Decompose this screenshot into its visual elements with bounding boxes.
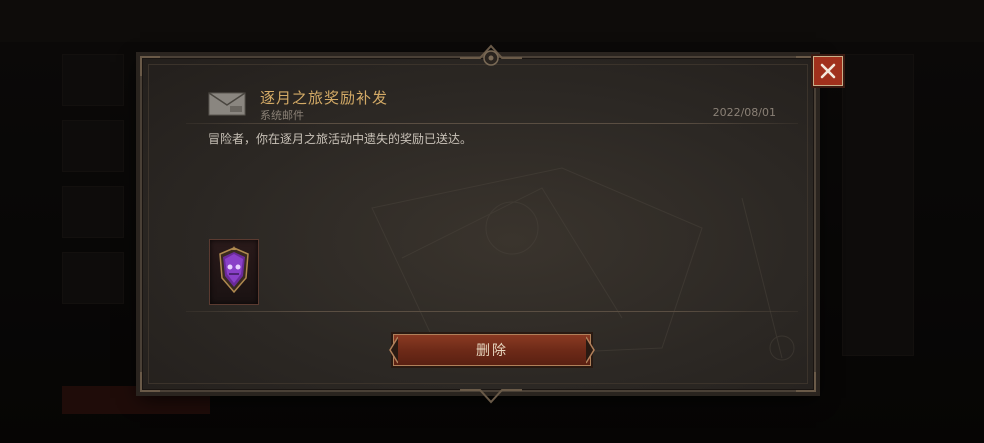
- delete-button[interactable]: 删除: [389, 334, 595, 366]
- button-cap-left-icon: [389, 336, 398, 364]
- dialog-corner: [140, 372, 160, 392]
- mail-body-text: 冒险者，你在逐月之旅活动中遗失的奖励已送达。: [208, 132, 473, 146]
- top-ornament-icon: [460, 44, 522, 66]
- purple-shield-emblem-icon: [219, 246, 249, 294]
- mail-date: 2022/08/01: [712, 106, 776, 119]
- mail-sender: 系统邮件: [260, 109, 304, 122]
- attachment-item-slot[interactable]: [209, 239, 259, 305]
- dialog-corner: [140, 56, 160, 76]
- mail-title: 逐月之旅奖励补发: [260, 89, 389, 107]
- button-cap-right-icon: [586, 336, 595, 364]
- footer-divider: [186, 311, 798, 312]
- delete-button-label: 删除: [476, 343, 508, 359]
- dialog-corner: [796, 372, 816, 392]
- mail-envelope-icon: [208, 92, 246, 116]
- close-button[interactable]: [813, 56, 843, 86]
- bottom-ornament-icon: [460, 389, 522, 404]
- header-divider: [186, 123, 798, 124]
- close-icon: [820, 63, 836, 79]
